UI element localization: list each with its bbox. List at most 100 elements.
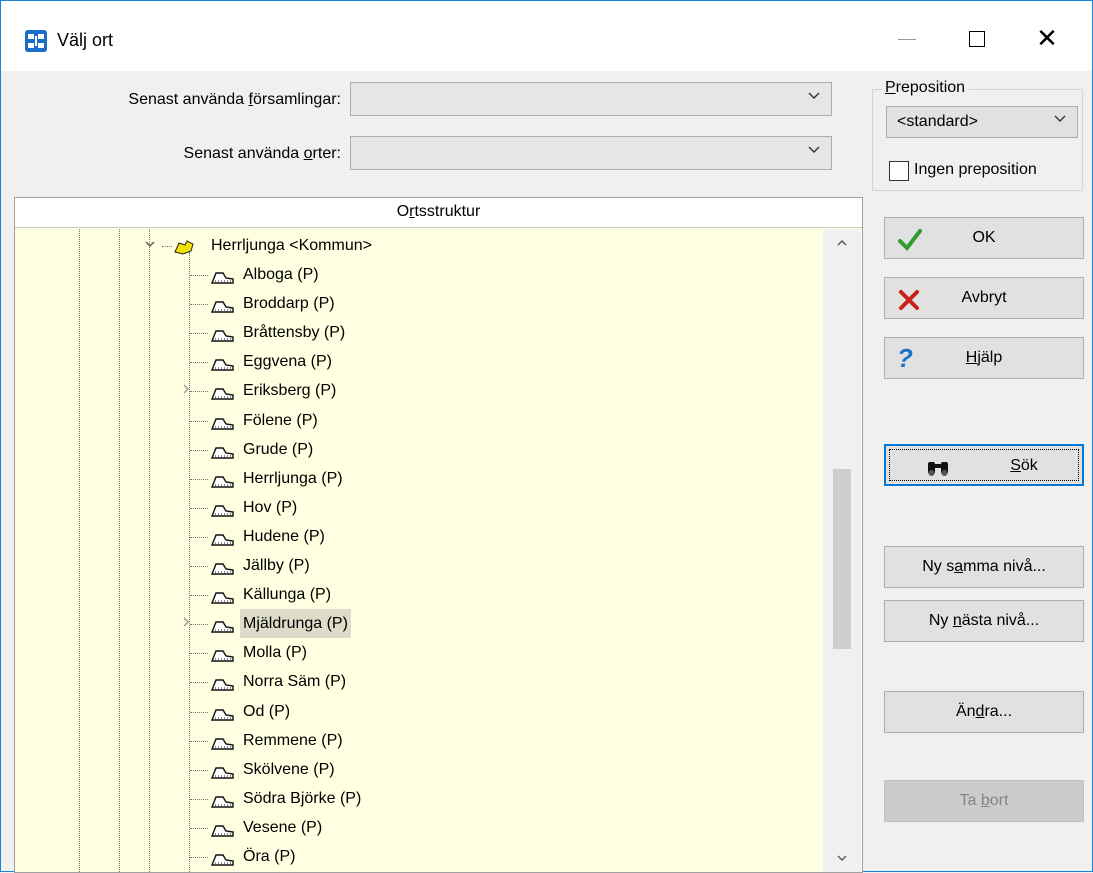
preposition-select-value: <standard>: [897, 113, 978, 130]
place-tree[interactable]: Ortsstruktur Herrljunga <Kommun> Alboga …: [14, 197, 863, 873]
tree-item-label: Herrljunga (P): [243, 470, 343, 487]
parish-icon: [209, 762, 235, 779]
tree-item[interactable]: Vesene (P): [15, 813, 815, 842]
minimize-button[interactable]: [884, 16, 930, 60]
tree-item-label: Eriksberg (P): [243, 382, 337, 399]
tree-connector: [190, 421, 208, 422]
tree-connector: [190, 741, 208, 742]
family-tree-icon: [25, 30, 47, 52]
parish-icon: [209, 383, 235, 400]
tree-connector: [190, 450, 208, 451]
preposition-select[interactable]: <standard>: [886, 106, 1078, 138]
search-label: Sök: [1010, 457, 1038, 474]
scroll-up-button[interactable]: [823, 229, 861, 259]
scroll-down-button[interactable]: [823, 844, 861, 872]
tree-item-label: Södra Björke (P): [243, 790, 362, 807]
tree-item-label: Alboga (P): [243, 266, 319, 283]
tree-item-label: Mjäldrunga (P): [240, 609, 351, 638]
tree-item-label: Fölene (P): [243, 412, 318, 429]
tree-connector: [190, 391, 208, 392]
cross-icon: [897, 278, 921, 318]
tree-connector: [190, 624, 208, 625]
search-button[interactable]: Sök: [884, 444, 1084, 486]
edit-button[interactable]: Ändra...: [884, 691, 1084, 733]
no-preposition-label[interactable]: Ingen preposition: [914, 161, 1037, 179]
cancel-label: Avbryt: [961, 289, 1007, 306]
tree-item[interactable]: Norra Säm (P): [15, 667, 815, 696]
tree-vertical-scrollbar[interactable]: [823, 229, 861, 872]
minimize-icon: [898, 38, 916, 40]
tree-connector: [190, 653, 208, 654]
tree-item[interactable]: Skölvene (P): [15, 755, 815, 784]
tree-item-label: Eggvena (P): [243, 353, 332, 370]
tree-item[interactable]: Eggvena (P): [15, 347, 815, 376]
tree-item[interactable]: Källunga (P): [15, 580, 815, 609]
tree-connector: [190, 712, 208, 713]
tree-root-label: Herrljunga <Kommun>: [211, 237, 372, 254]
recent-places-combobox[interactable]: [350, 136, 832, 170]
tree-item[interactable]: Remmene (P): [15, 726, 815, 755]
tree-item[interactable]: Alboga (P): [15, 260, 815, 289]
tree-item[interactable]: Fölene (P): [15, 406, 815, 435]
tree-item[interactable]: Molla (P): [15, 638, 815, 667]
parish-icon: [209, 558, 235, 575]
chevron-down-icon: [1053, 112, 1067, 129]
tree-item[interactable]: Grude (P): [15, 435, 815, 464]
tree-connector: [190, 857, 208, 858]
tree-item-label: Grude (P): [243, 441, 314, 458]
parish-icon: [209, 674, 235, 691]
checkmark-icon: [897, 218, 923, 258]
tree-item[interactable]: Eriksberg (P): [15, 376, 815, 405]
delete-button[interactable]: Ta bort: [884, 780, 1084, 822]
tree-column-header[interactable]: Ortsstruktur: [15, 198, 862, 228]
tree-item[interactable]: Södra Björke (P): [15, 784, 815, 813]
parish-icon: [209, 820, 235, 837]
tree-item[interactable]: Od (P): [15, 697, 815, 726]
cancel-button[interactable]: Avbryt: [884, 277, 1084, 319]
maximize-button[interactable]: [954, 16, 1000, 60]
new-same-level-label: Ny samma nivå...: [922, 558, 1046, 575]
chevron-down-icon: [807, 89, 821, 106]
recent-parishes-label: Senast använda församlingar:: [128, 91, 341, 108]
parish-icon: [209, 267, 235, 284]
no-preposition-checkbox[interactable]: [889, 161, 909, 181]
close-icon: ✕: [1036, 23, 1058, 53]
close-button[interactable]: ✕: [1024, 16, 1070, 60]
tree-item-label: Skölvene (P): [243, 761, 335, 778]
tree-item[interactable]: Hudene (P): [15, 522, 815, 551]
title-bar[interactable]: Välj ort ✕: [1, 1, 1092, 71]
tree-item[interactable]: Öra (P): [15, 842, 815, 871]
tree-connector: [190, 770, 208, 771]
dialog-window: Välj ort ✕ Senast använda församlingar: …: [0, 0, 1093, 873]
parish-icon: [209, 413, 235, 430]
scroll-thumb[interactable]: [833, 469, 851, 649]
parish-icon: [209, 471, 235, 488]
tree-item[interactable]: Bråttensby (P): [15, 318, 815, 347]
tree-item-label: Vesene (P): [243, 819, 323, 836]
chevron-down-icon: [807, 143, 821, 160]
municipality-icon: [173, 237, 195, 255]
tree-root-item[interactable]: Herrljunga <Kommun>: [15, 231, 815, 260]
tree-item-label: Öra (P): [243, 848, 296, 865]
recent-parishes-combobox[interactable]: [350, 82, 832, 116]
tree-item-label: Norra Säm (P): [243, 673, 347, 690]
tree-item-label: Od (P): [243, 703, 291, 720]
tree-item[interactable]: Hov (P): [15, 493, 815, 522]
window-title: Välj ort: [57, 30, 114, 50]
question-mark-icon: ?: [897, 343, 913, 373]
tree-connector: [190, 537, 208, 538]
new-same-level-button[interactable]: Ny samma nivå...: [884, 546, 1084, 588]
tree-item[interactable]: Herrljunga (P): [15, 464, 815, 493]
preposition-group-title: Preposition: [881, 79, 970, 97]
ok-button[interactable]: OK: [884, 217, 1084, 259]
chevron-up-icon: [837, 240, 847, 246]
tree-connector: [190, 682, 208, 683]
tree-item[interactable]: Broddarp (P): [15, 289, 815, 318]
tree-item-label: Molla (P): [243, 644, 308, 661]
tree-item[interactable]: Jällby (P): [15, 551, 815, 580]
help-button[interactable]: ? Hjälp: [884, 337, 1084, 379]
chevron-down-icon[interactable]: [143, 231, 157, 260]
tree-item[interactable]: Mjäldrunga (P): [15, 609, 815, 638]
tree-connector: [190, 566, 208, 567]
new-next-level-button[interactable]: Ny nästa nivå...: [884, 600, 1084, 642]
